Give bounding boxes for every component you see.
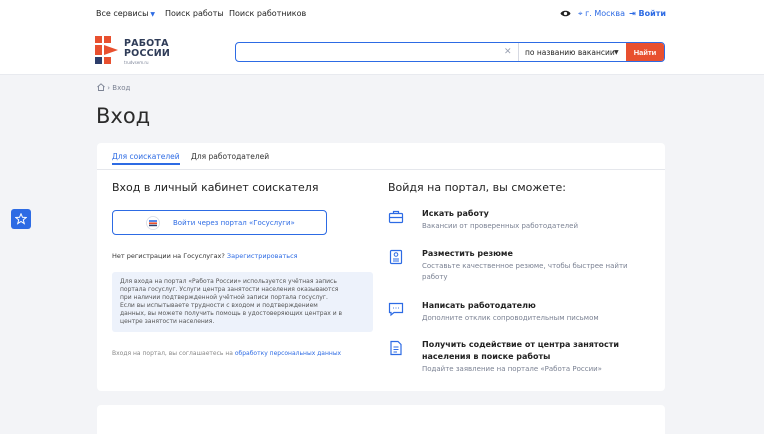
gosuslugi-login-button[interactable]: Войти через портал «Госуслуги» <box>112 210 327 235</box>
city-selector[interactable]: ⌖ г. Москва <box>578 9 625 19</box>
login-panel-title: Вход в личный кабинет соискателя <box>112 181 319 194</box>
consent-text: Входя на портал, вы соглашаетесь на обра… <box>112 350 341 357</box>
feature-description: работу <box>422 273 448 281</box>
no-registration-label: Нет регистрации на Госуслугах? <box>112 252 225 260</box>
secondary-card <box>97 405 665 434</box>
tabs-divider <box>97 169 665 170</box>
search-divider <box>518 43 519 61</box>
message-icon <box>388 302 404 317</box>
location-pin-icon: ⌖ <box>578 9 583 18</box>
find-button[interactable]: Найти <box>626 43 664 61</box>
login-card: Для соискателей Для работодателей Вход в… <box>97 143 665 391</box>
tab-jobseekers[interactable]: Для соискателей <box>112 152 180 165</box>
document-icon <box>390 340 402 356</box>
gosuslugi-login-label: Войти через портал «Госуслуги» <box>173 219 295 227</box>
clear-icon[interactable]: ✕ <box>504 47 512 57</box>
info-line: Если вы испытываете трудности с входом и… <box>120 302 318 309</box>
features-title: Войдя на портал, вы сможете: <box>388 181 566 194</box>
search-bar: ✕ по названию вакансии ▼ Найти <box>235 42 665 62</box>
register-link[interactable]: Зарегистрироваться <box>227 252 298 260</box>
gosuslugi-logo-icon <box>146 216 160 230</box>
feature-title: Искать работу <box>422 209 489 218</box>
page-title: Вход <box>96 104 151 128</box>
chevron-down-icon[interactable]: ▼ <box>614 49 619 56</box>
breadcrumb: › Вход <box>97 83 130 92</box>
rabota-rossii-logo-icon[interactable] <box>94 35 120 65</box>
all-services-menu[interactable]: Все сервисы ▼ <box>96 9 155 18</box>
consent-label: Входя на портал, вы соглашаетесь на <box>112 350 233 357</box>
feature-title: Разместить резюме <box>422 249 513 258</box>
job-search-link[interactable]: Поиск работы <box>165 9 224 18</box>
feature-title: населения в поиске работы <box>422 352 551 361</box>
no-registration-text: Нет регистрации на Госуслугах? Зарегистр… <box>112 252 298 260</box>
eye-icon[interactable] <box>560 9 571 18</box>
favorites-button[interactable] <box>11 209 31 229</box>
feature-description: Составьте качественное резюме, чтобы быс… <box>422 262 628 270</box>
info-box: Для входа на портал «Работа России» испо… <box>112 272 373 332</box>
info-line: при наличии подтвержденной учётной запис… <box>120 294 328 301</box>
search-scope-select[interactable]: по названию вакансии <box>525 48 615 57</box>
logo-line-2: РОССИИ <box>124 48 171 59</box>
login-label: Войти <box>638 9 666 18</box>
employee-search-link[interactable]: Поиск работников <box>229 9 306 18</box>
top-bar: Все сервисы ▼ Поиск работы Поиск работник… <box>0 0 764 28</box>
all-services-label: Все сервисы <box>96 9 149 18</box>
personal-data-link[interactable]: обработку персональных данных <box>235 350 341 357</box>
chevron-down-icon: ▼ <box>150 11 156 18</box>
feature-title: Написать работодателю <box>422 301 536 310</box>
feature-description: Дополните отклик сопроводительным письмо… <box>422 314 599 322</box>
login-link[interactable]: ⇥ Войти <box>629 9 666 18</box>
tab-employers[interactable]: Для работодателей <box>191 152 269 161</box>
city-label: г. Москва <box>585 9 625 18</box>
briefcase-icon <box>388 210 404 224</box>
breadcrumb-current: Вход <box>112 84 131 92</box>
info-line: Для входа на портал «Работа России» испо… <box>120 278 337 285</box>
login-icon: ⇥ <box>629 9 636 18</box>
site-header: РАБОТА РОССИИ trudvsem.ru ✕ по названию … <box>0 28 764 75</box>
feature-description: Подайте заявление на портале «Работа Рос… <box>422 365 602 373</box>
resume-icon <box>389 249 403 265</box>
info-line: центре занятости населения. <box>120 318 215 325</box>
feature-title: Получить содействие от центра занятости <box>422 340 620 349</box>
star-icon <box>15 213 27 225</box>
info-line: портала госуслуг. Услуги центра занятост… <box>120 286 339 293</box>
info-line: данных, вы можете получить помощь в удос… <box>120 310 343 317</box>
logo-subtitle: trudvsem.ru <box>124 60 149 65</box>
home-icon[interactable] <box>97 83 105 91</box>
search-input[interactable] <box>242 45 492 59</box>
feature-description: Вакансии от проверенных работодателей <box>422 222 579 230</box>
logo-text[interactable]: РАБОТА РОССИИ <box>124 39 170 59</box>
